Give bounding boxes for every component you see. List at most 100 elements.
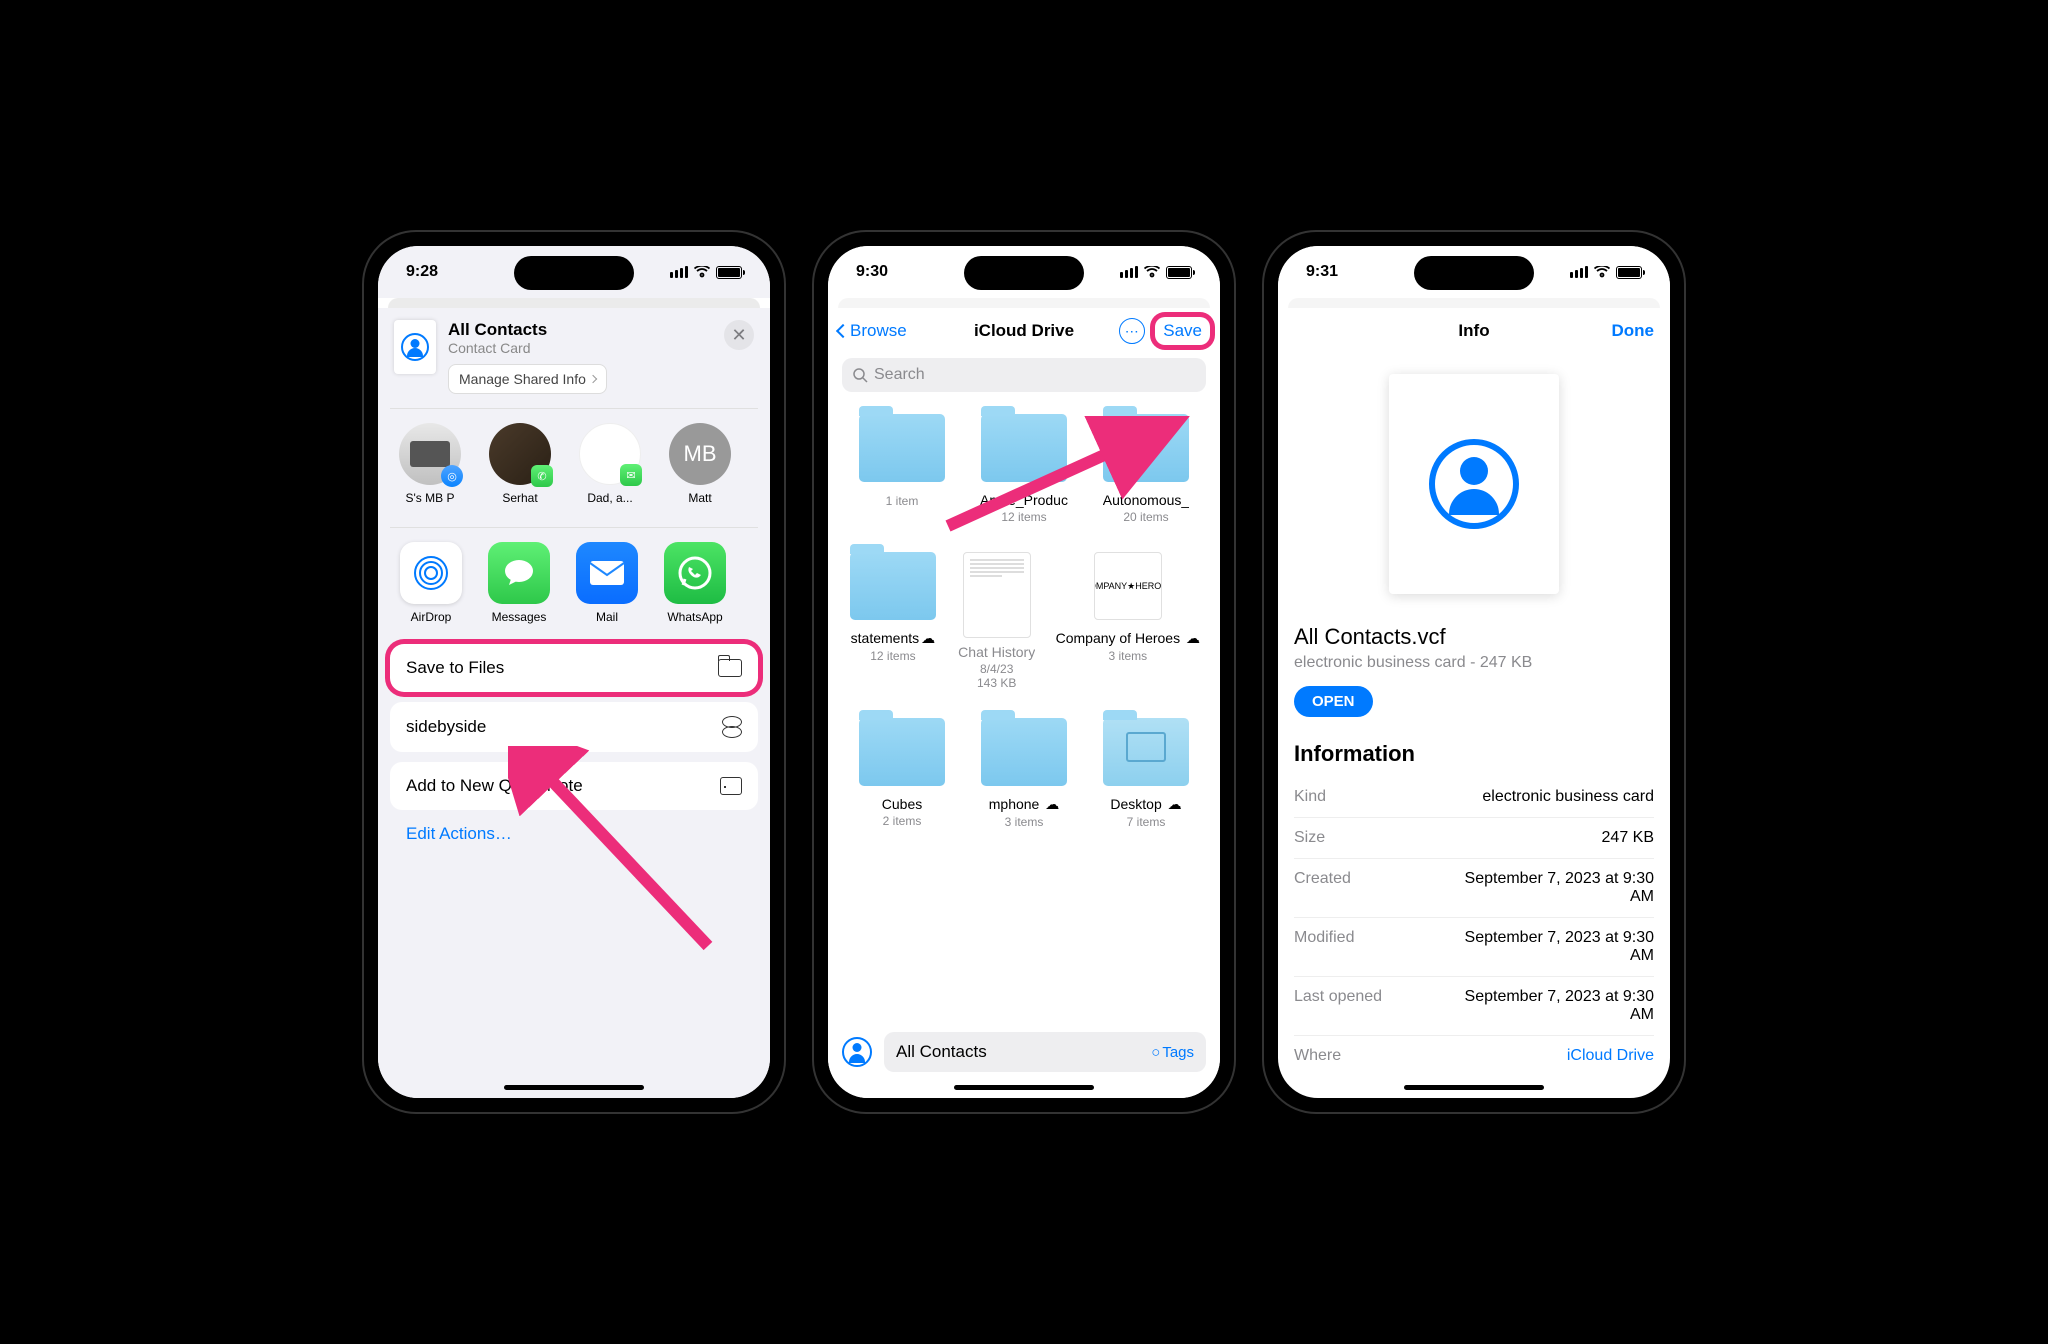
where-link[interactable]: iCloud Drive bbox=[1567, 1047, 1654, 1065]
files-grid[interactable]: 1 item Apple_Produc 12 items Autonomous_2… bbox=[828, 404, 1220, 1022]
file-item[interactable]: Autonomous_20 items bbox=[1092, 414, 1200, 524]
file-meta: 1 item bbox=[886, 494, 919, 508]
info-table: Kindelectronic business card Size247 KB … bbox=[1294, 777, 1654, 1076]
screen-2: 9:30 Browse iCloud Drive ⋯ Save Search bbox=[828, 246, 1220, 1098]
mail-app[interactable]: Mail bbox=[570, 542, 644, 624]
search-icon bbox=[852, 367, 868, 383]
info-key: Created bbox=[1294, 870, 1351, 888]
messages-icon bbox=[488, 542, 550, 604]
tags-button[interactable]: ○Tags bbox=[1151, 1044, 1194, 1061]
phone-1: 9:28 All Contacts Contact Card Manage Sh… bbox=[364, 232, 784, 1112]
messages-app[interactable]: Messages bbox=[482, 542, 556, 624]
manage-shared-info-button[interactable]: Manage Shared Info bbox=[448, 364, 607, 394]
file-name: mphone ☁ bbox=[989, 796, 1059, 813]
airdrop-app[interactable]: AirDrop bbox=[394, 542, 468, 624]
sheet-behind-indicator bbox=[838, 298, 1210, 308]
app-label: Mail bbox=[596, 610, 618, 624]
filename-chip[interactable]: All Contacts ○Tags bbox=[884, 1032, 1206, 1072]
info-row: Last openedSeptember 7, 2023 at 9:30 AM bbox=[1294, 977, 1654, 1036]
airdrop-contacts-row[interactable]: ◎ S's MB P ✆ Serhat ✉ Dad, a... MB Matt bbox=[390, 408, 758, 528]
thumbnail-wrap bbox=[1294, 354, 1654, 624]
file-item[interactable]: COMPANY★HEROESCompany of Heroes ☁3 items bbox=[1056, 552, 1200, 690]
folder-icon bbox=[859, 414, 945, 482]
file-item[interactable]: Desktop ☁7 items bbox=[1092, 718, 1200, 829]
info-row: WhereiCloud Drive bbox=[1294, 1036, 1654, 1076]
cloud-icon: ☁ bbox=[1168, 796, 1182, 812]
home-indicator[interactable] bbox=[504, 1085, 644, 1090]
share-subtitle: Contact Card bbox=[448, 340, 712, 356]
done-button[interactable]: Done bbox=[1612, 321, 1655, 341]
contact-item[interactable]: ✆ Serhat bbox=[484, 423, 556, 517]
clock: 9:28 bbox=[406, 263, 438, 281]
search-input[interactable]: Search bbox=[842, 358, 1206, 392]
filename: All Contacts.vcf bbox=[1294, 624, 1654, 650]
sheet-behind-indicator bbox=[388, 298, 760, 308]
info-row: CreatedSeptember 7, 2023 at 9:30 AM bbox=[1294, 859, 1654, 918]
file-item[interactable]: Chat History8/4/23143 KB bbox=[952, 552, 1042, 690]
person-circle-icon bbox=[401, 333, 429, 361]
airdrop-icon bbox=[400, 542, 462, 604]
home-indicator[interactable] bbox=[1404, 1085, 1544, 1090]
person-circle-icon bbox=[1429, 439, 1519, 529]
home-indicator[interactable] bbox=[954, 1085, 1094, 1090]
share-apps-row[interactable]: AirDrop Messages Mail bbox=[390, 528, 758, 638]
search-placeholder: Search bbox=[874, 366, 925, 384]
chevron-left-icon bbox=[836, 324, 850, 338]
whatsapp-badge-icon: ✆ bbox=[531, 465, 553, 487]
contact-label: Matt bbox=[688, 491, 711, 505]
contact-item[interactable]: ✉ Dad, a... bbox=[574, 423, 646, 517]
file-item[interactable]: 1 item bbox=[848, 414, 956, 524]
file-subtitle: electronic business card - 247 KB bbox=[1294, 654, 1654, 672]
info-row: ModifiedSeptember 7, 2023 at 9:30 AM bbox=[1294, 918, 1654, 977]
nav-bar: Browse iCloud Drive ⋯ Save bbox=[828, 308, 1220, 354]
file-meta: 12 items bbox=[1001, 510, 1046, 524]
group-avatar: ✉ bbox=[579, 423, 641, 485]
file-item[interactable]: Apple_Produc 12 items bbox=[970, 414, 1078, 524]
info-key: Modified bbox=[1294, 929, 1354, 947]
clock: 9:30 bbox=[856, 263, 888, 281]
action-label: Save to Files bbox=[406, 658, 504, 678]
share-title: All Contacts bbox=[448, 320, 712, 340]
airdrop-badge-icon: ◎ bbox=[441, 465, 463, 487]
file-meta: 3 items bbox=[1005, 815, 1044, 829]
dynamic-island bbox=[964, 256, 1084, 290]
manage-label: Manage Shared Info bbox=[459, 371, 586, 387]
back-button[interactable]: Browse bbox=[838, 321, 907, 341]
device-avatar: ◎ bbox=[399, 423, 461, 485]
sidebyside-button[interactable]: sidebyside bbox=[390, 702, 758, 752]
file-meta: 20 items bbox=[1123, 510, 1168, 524]
contact-item[interactable]: Mon 2 bbox=[754, 423, 758, 517]
file-meta: 7 items bbox=[1127, 815, 1166, 829]
sheet-behind-indicator bbox=[1288, 298, 1660, 308]
file-meta: 2 items bbox=[883, 814, 922, 828]
dynamic-island bbox=[514, 256, 634, 290]
open-button[interactable]: OPEN bbox=[1294, 686, 1373, 717]
cellular-icon bbox=[1570, 266, 1588, 278]
file-item[interactable]: statements☁12 items bbox=[848, 552, 938, 690]
whatsapp-app[interactable]: WhatsApp bbox=[658, 542, 732, 624]
app-label: AirDrop bbox=[411, 610, 452, 624]
file-item[interactable]: Cubes2 items bbox=[848, 718, 956, 829]
folder-icon bbox=[1103, 718, 1189, 786]
save-button[interactable]: Save bbox=[1155, 317, 1210, 345]
file-item[interactable]: mphone ☁ 3 items bbox=[970, 718, 1078, 829]
folder-icon bbox=[718, 659, 742, 677]
info-content[interactable]: All Contacts.vcf electronic business car… bbox=[1278, 354, 1670, 1098]
contact-item[interactable]: ◎ S's MB P bbox=[394, 423, 466, 517]
close-button[interactable]: ✕ bbox=[724, 320, 754, 350]
share-title-block: All Contacts Contact Card Manage Shared … bbox=[448, 320, 712, 394]
wifi-icon bbox=[694, 266, 710, 278]
cloud-icon: ☁ bbox=[1186, 630, 1200, 646]
cloud-icon: ☁ bbox=[921, 630, 935, 646]
file-name: Apple_Produc bbox=[980, 492, 1068, 508]
dynamic-island bbox=[1414, 256, 1534, 290]
edit-actions-link[interactable]: Edit Actions… bbox=[390, 816, 758, 852]
file-meta: 8/4/23 bbox=[980, 662, 1013, 676]
nav-actions: ⋯ Save bbox=[1119, 317, 1210, 345]
chip-label: All Contacts bbox=[896, 1042, 987, 1062]
more-options-button[interactable]: ⋯ bbox=[1119, 318, 1145, 344]
file-name: statements☁ bbox=[851, 630, 935, 647]
add-to-quick-note-button[interactable]: Add to New Quick Note bbox=[390, 762, 758, 810]
save-to-files-button[interactable]: Save to Files bbox=[390, 644, 758, 692]
contact-item[interactable]: MB Matt bbox=[664, 423, 736, 517]
